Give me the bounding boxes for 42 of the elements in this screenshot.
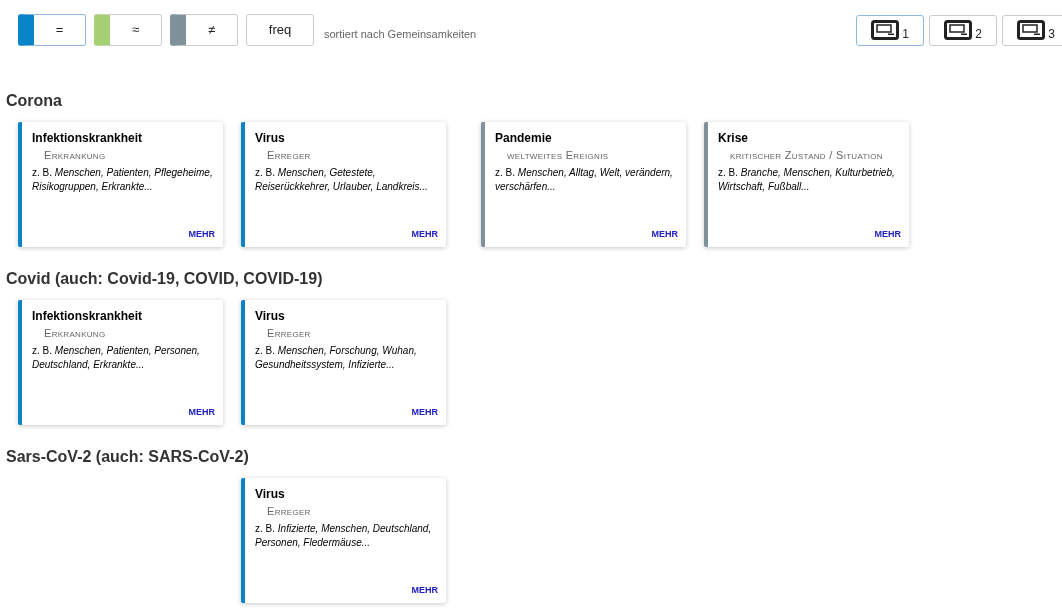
- card-title: Virus: [255, 308, 286, 324]
- monitor-icon: [944, 20, 973, 40]
- more-link[interactable]: MEHR: [874, 227, 901, 241]
- section-heading: Covid (auch: Covid-19, COVID, COVID-19): [6, 269, 324, 289]
- card-title: Virus: [255, 130, 286, 146]
- card-subtitle: Erkrankung: [43, 148, 107, 163]
- card-title: Infektionskrankheit: [32, 308, 144, 324]
- view-button[interactable]: 3: [1002, 14, 1062, 46]
- filter-button[interactable]: ≈: [94, 14, 162, 46]
- card-subtitle: Erreger: [266, 326, 312, 341]
- more-link[interactable]: MEHR: [188, 227, 215, 241]
- section-heading: Corona: [6, 91, 63, 111]
- example-words: z. B. Menschen, Patienten, Pflegeheime, Risikogruppen, Erkrankte...: [32, 166, 214, 194]
- example-words: z. B. Menschen, Getestete, Reiserückkehrer, Urlauber, Landkreis...: [255, 166, 429, 194]
- filter-button[interactable]: ≠: [170, 14, 238, 46]
- card-subtitle: weltweites Ereignis: [506, 148, 610, 163]
- example-words: z. B. Branche, Menschen, Kulturbetrieb, Wirtschaft, Fußball...: [718, 166, 896, 194]
- example-words: z. B. Menschen, Forschung, Wuhan, Gesundheitssystem, Infizierte...: [255, 344, 418, 372]
- view-button[interactable]: 2: [929, 14, 997, 46]
- more-link[interactable]: MEHR: [411, 405, 438, 419]
- card-subtitle: kritischer Zustand / Situation: [729, 148, 884, 163]
- section-heading: Sars-CoV-2 (auch: SARS-CoV-2): [6, 447, 250, 467]
- card-subtitle: Erreger: [266, 504, 312, 519]
- card-subtitle: Erkrankung: [43, 326, 107, 341]
- more-link[interactable]: MEHR: [651, 227, 678, 241]
- more-link[interactable]: MEHR: [411, 583, 438, 597]
- filter-button[interactable]: =: [18, 14, 86, 46]
- view-button[interactable]: 1: [856, 14, 924, 46]
- example-words: z. B. Menschen, Alltag, Welt, verändern, verschärfen...: [495, 166, 674, 194]
- card-title: Virus: [255, 486, 286, 502]
- filter-button[interactable]: freq: [246, 14, 314, 46]
- more-link[interactable]: MEHR: [188, 405, 215, 419]
- example-words: z. B. Infizierte, Menschen, Deutschland, Personen, Fledermäuse...: [255, 522, 433, 550]
- sort-label: sortiert nach Gemeinsamkeiten: [324, 26, 477, 42]
- card-title: Infektionskrankheit: [32, 130, 144, 146]
- more-link[interactable]: MEHR: [411, 227, 438, 241]
- card-title: Pandemie: [495, 130, 553, 146]
- example-words: z. B. Menschen, Patienten, Personen, Deutschland, Erkrankte...: [32, 344, 201, 372]
- card-subtitle: Erreger: [266, 148, 312, 163]
- monitor-icon: [1017, 20, 1046, 40]
- monitor-icon: [871, 20, 900, 40]
- card-title: Krise: [718, 130, 750, 146]
